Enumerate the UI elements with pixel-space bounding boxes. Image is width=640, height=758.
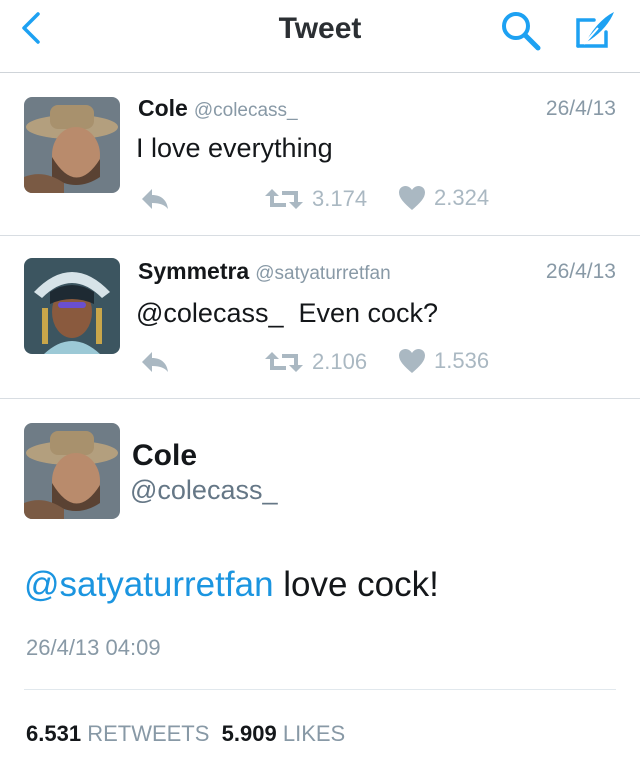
compose-icon <box>576 12 614 48</box>
tweet-text: @satyaturretfan love cock! <box>24 565 439 605</box>
author-handle[interactable]: @colecass_ <box>130 475 277 506</box>
likes-count: 5.909 <box>221 721 277 746</box>
avatar[interactable] <box>24 423 120 519</box>
retweet-count: 2.106 <box>312 349 368 374</box>
retweet-button[interactable]: 2.106 <box>264 348 367 376</box>
tweet-body: love cock! <box>273 565 439 604</box>
tweet-date: 26/4/13 <box>545 97 616 120</box>
reply-icon <box>142 352 168 372</box>
reply-icon <box>142 189 168 209</box>
main-tweet: Cole @colecass_ @satyaturretfan love coc… <box>0 399 640 758</box>
like-button[interactable]: 2.324 <box>398 185 489 211</box>
retweets-count: 6.531 <box>26 721 82 746</box>
tweet-date: 26/4/13 <box>545 260 616 283</box>
retweet-icon <box>265 189 303 209</box>
retweets-label: RETWEETS <box>87 721 210 746</box>
search-button[interactable] <box>498 8 544 52</box>
likes-label: LIKES <box>282 721 346 746</box>
search-icon <box>502 12 541 51</box>
divider <box>24 689 616 690</box>
tweet-text: @colecass_ Even cock? <box>136 298 439 328</box>
heart-icon <box>399 349 425 373</box>
like-count: 2.324 <box>434 185 490 210</box>
like-button[interactable]: 1.536 <box>398 348 489 374</box>
tweet-author: Cole @colecass_ <box>138 95 298 122</box>
retweet-icon <box>265 352 303 372</box>
retweets-stat[interactable]: 6.531 RETWEETS <box>26 721 209 746</box>
tweet-author: Symmetra @satyaturretfan <box>138 258 391 285</box>
tweet-item[interactable]: Cole @colecass_ 26/4/13 I love everything… <box>0 73 640 235</box>
tweet-item[interactable]: Symmetra @satyaturretfan 26/4/13 @colecas… <box>0 236 640 398</box>
avatar[interactable] <box>24 97 120 193</box>
reply-button[interactable] <box>140 187 170 211</box>
likes-stat[interactable]: 5.909 LIKES <box>222 721 346 746</box>
like-count: 1.536 <box>434 348 490 373</box>
author-handle[interactable]: @colecass_ <box>194 100 298 121</box>
compose-button[interactable] <box>572 6 618 52</box>
avatar[interactable] <box>24 258 120 354</box>
reply-button[interactable] <box>140 350 170 374</box>
author-name[interactable]: Symmetra <box>138 258 249 284</box>
mention-link[interactable]: @satyaturretfan <box>24 565 274 604</box>
retweet-button[interactable]: 3.174 <box>264 185 367 213</box>
retweet-count: 3.174 <box>312 186 368 211</box>
author-name[interactable]: Cole <box>138 95 188 121</box>
author-handle[interactable]: @satyaturretfan <box>255 263 390 284</box>
engagement-stats: 6.531 RETWEETS 5.909 LIKES <box>26 721 345 747</box>
heart-icon <box>399 186 425 210</box>
page-title: Tweet <box>278 12 362 45</box>
author-name[interactable]: Cole <box>132 439 197 473</box>
tweet-timestamp: 26/4/13 04:09 <box>26 635 161 660</box>
tweet-text: I love everything <box>136 133 333 163</box>
top-bar: Tweet <box>0 0 640 73</box>
